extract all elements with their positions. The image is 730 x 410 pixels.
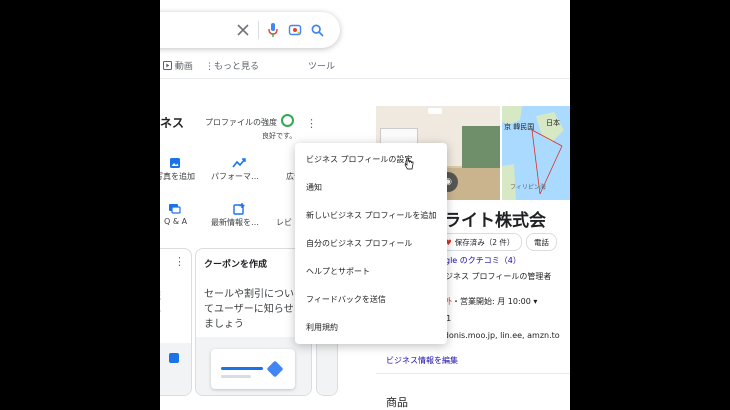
video-icon	[163, 61, 172, 70]
tag-icon	[266, 360, 284, 378]
profile-strength-ring	[281, 114, 294, 127]
action-performance-label[interactable]: パフォーマ…	[211, 171, 259, 182]
tabs-divider	[160, 78, 570, 79]
phone-label: 電話	[534, 237, 549, 247]
profile-menu: ビジネス プロフィールの設定 通知 新しいビジネス プロフィールを追加 自分のビ…	[295, 143, 447, 344]
action-photo-label[interactable]: 写真を追加	[160, 171, 195, 182]
more-vert-icon: ⋮	[205, 62, 214, 72]
search-divider	[258, 21, 259, 39]
left-card-text-2: ル	[160, 302, 161, 317]
card-menu-icon[interactable]: ⋮	[174, 255, 185, 268]
coupon-body-2: てユーザーに知らせ	[204, 304, 294, 315]
profile-strength-label: プロファイルの強度	[205, 118, 277, 127]
coupon-mock-card	[211, 349, 295, 389]
menu-item-notifications[interactable]: 通知	[306, 182, 322, 193]
search-icon[interactable]	[306, 19, 328, 41]
action-reviews-label[interactable]: レビ	[276, 217, 292, 228]
saved-label: 保存済み（2 件）	[454, 237, 515, 247]
menu-item-add-profile[interactable]: 新しいビジネス プロフィールを追加	[306, 210, 436, 221]
products-heading: 商品	[386, 396, 408, 409]
action-qa-label[interactable]: Q & A	[164, 217, 187, 226]
camera-icon[interactable]	[284, 19, 306, 41]
menu-item-my-profiles[interactable]: 自分のビジネス プロフィール	[306, 238, 412, 249]
task-card-left[interactable]: ⋮ 報 ル	[160, 248, 192, 396]
tab-more-label: もっと見る	[214, 62, 260, 72]
edit-business-link[interactable]: ビジネス情報を編集	[386, 355, 458, 366]
cursor-icon	[404, 155, 414, 174]
hours-dropdown-icon: ▾	[533, 297, 538, 306]
menu-item-feedback[interactable]: フィードバックを送信	[306, 294, 386, 305]
left-card-text-1: 報	[160, 287, 161, 302]
more-options-icon[interactable]: ⋮	[306, 118, 317, 129]
profile-strength-value: 良好です。	[262, 132, 297, 140]
search-bar[interactable]	[160, 12, 340, 48]
map-thumbnail[interactable]: 京 韓民国 日本 フィリピン海	[502, 106, 570, 200]
menu-item-settings[interactable]: ビジネス プロフィールの設定	[306, 154, 412, 165]
coupon-mock-line	[221, 367, 263, 370]
coupon-illustration	[196, 337, 311, 395]
left-card-illustration	[160, 343, 191, 395]
action-post-label[interactable]: 最新情報を…	[211, 217, 259, 228]
next-card-illustration	[317, 337, 337, 395]
menu-item-help[interactable]: ヘルプとサポート	[306, 266, 370, 277]
screen: 動画 ⋮もっと見る ツール ネス プロファイルの強度 良好です。 ⋮ 写真を追加…	[160, 0, 570, 410]
saved-button[interactable]: ♥ 保存済み（2 件）	[437, 233, 523, 251]
hours-rest: ・営業開始: 月 10:00	[452, 297, 531, 306]
coupon-mock-line-2	[221, 375, 251, 378]
coupon-body-3: ましょう	[204, 319, 244, 330]
menu-item-terms[interactable]: 利用規約	[306, 322, 338, 333]
photo-light	[428, 108, 442, 114]
close-icon[interactable]	[232, 19, 254, 41]
tab-video[interactable]: 動画	[163, 59, 193, 72]
tab-more[interactable]: ⋮もっと見る	[205, 59, 259, 72]
map-label-korea: 京 韓民国	[504, 123, 535, 131]
coupon-title: クーポンを作成	[204, 260, 268, 270]
tab-tools[interactable]: ツール	[308, 59, 335, 72]
map-label-sea: フィリピン海	[510, 184, 546, 191]
map-label-japan: 日本	[546, 119, 560, 127]
owner-note: のビジネス プロフィールの管理者	[429, 272, 552, 281]
coupon-body-1: セールや割引につい	[204, 289, 294, 300]
badge-icon	[169, 353, 179, 363]
kp-divider	[376, 373, 570, 374]
phone-button[interactable]: 電話	[526, 233, 557, 251]
business-title: ネス	[160, 116, 185, 130]
mic-icon[interactable]	[262, 19, 284, 41]
tab-video-label: 動画	[174, 62, 193, 72]
